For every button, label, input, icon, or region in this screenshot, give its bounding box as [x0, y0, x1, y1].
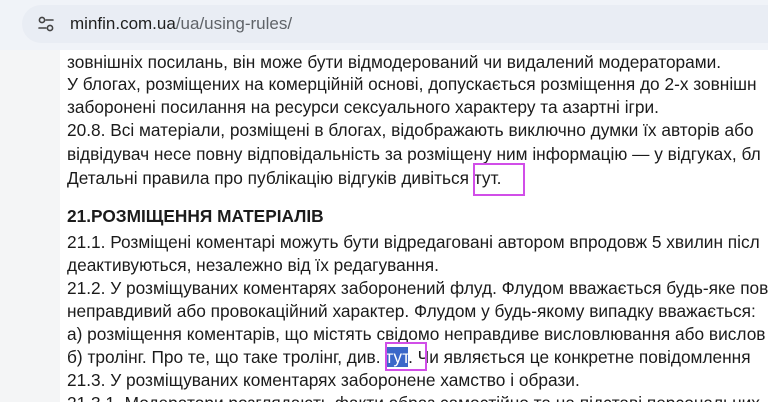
- reviews-rules-text: Детальні правила про публікацію відгуків…: [67, 168, 474, 188]
- section-heading: 21.РОЗМІЩЕННЯ МАТЕРІАЛІВ: [67, 206, 324, 226]
- article-line: 21.2. У розміщуваних коментарях забороне…: [67, 278, 768, 298]
- page-margin: [0, 50, 60, 402]
- article-line: 21.3.1. Модератори розглядають факти обр…: [67, 392, 760, 402]
- reviews-rules-line: Детальні правила про публікацію відгуків…: [67, 167, 501, 189]
- reviews-rules-link[interactable]: тут: [474, 168, 497, 188]
- tune-icon[interactable]: [36, 14, 56, 34]
- article-line: а) розміщення коментарів, що містять сві…: [67, 324, 766, 344]
- article-line: 21.1. Розміщені коментарі можуть бути ві…: [67, 232, 760, 252]
- trolling-line: б) тролінг. Про те, що таке тролінг, див…: [67, 346, 751, 368]
- url-text[interactable]: minfin.com.ua/ua/using-rules/: [70, 14, 292, 34]
- url-path: /ua/using-rules/: [175, 14, 293, 33]
- trolling-text: б) тролінг. Про те, що таке тролінг, див…: [67, 347, 386, 367]
- article-line: 21.3. У розміщуваних коментарях забороне…: [67, 370, 580, 390]
- url-host: minfin.com.ua: [70, 14, 176, 33]
- article-line: відвідувач несе повну відповідальність з…: [67, 144, 761, 164]
- article-line: неправдивий або провокаційний характер. …: [67, 301, 756, 321]
- article-line: заборонені посилання на ресурси сексуаль…: [67, 97, 659, 117]
- article-line: 20.8. Всі матеріали, розміщені в блогах,…: [67, 120, 754, 140]
- article-line: зовнішніх посилань, він може бути відмод…: [67, 52, 722, 72]
- browser-toolbar: minfin.com.ua/ua/using-rules/: [0, 0, 768, 50]
- trolling-text-after: . Чи являється це конкретне повідомлення: [408, 347, 751, 367]
- article-line: деактивуються, незалежно від їх редагува…: [67, 255, 439, 275]
- trolling-link[interactable]: тут: [385, 347, 409, 367]
- article-line: У блогах, розміщених на комерційній осно…: [67, 74, 757, 94]
- article-content: зовнішніх посилань, він може бути відмод…: [60, 50, 768, 402]
- address-bar[interactable]: minfin.com.ua/ua/using-rules/: [22, 5, 768, 43]
- reviews-rules-period: .: [496, 168, 502, 188]
